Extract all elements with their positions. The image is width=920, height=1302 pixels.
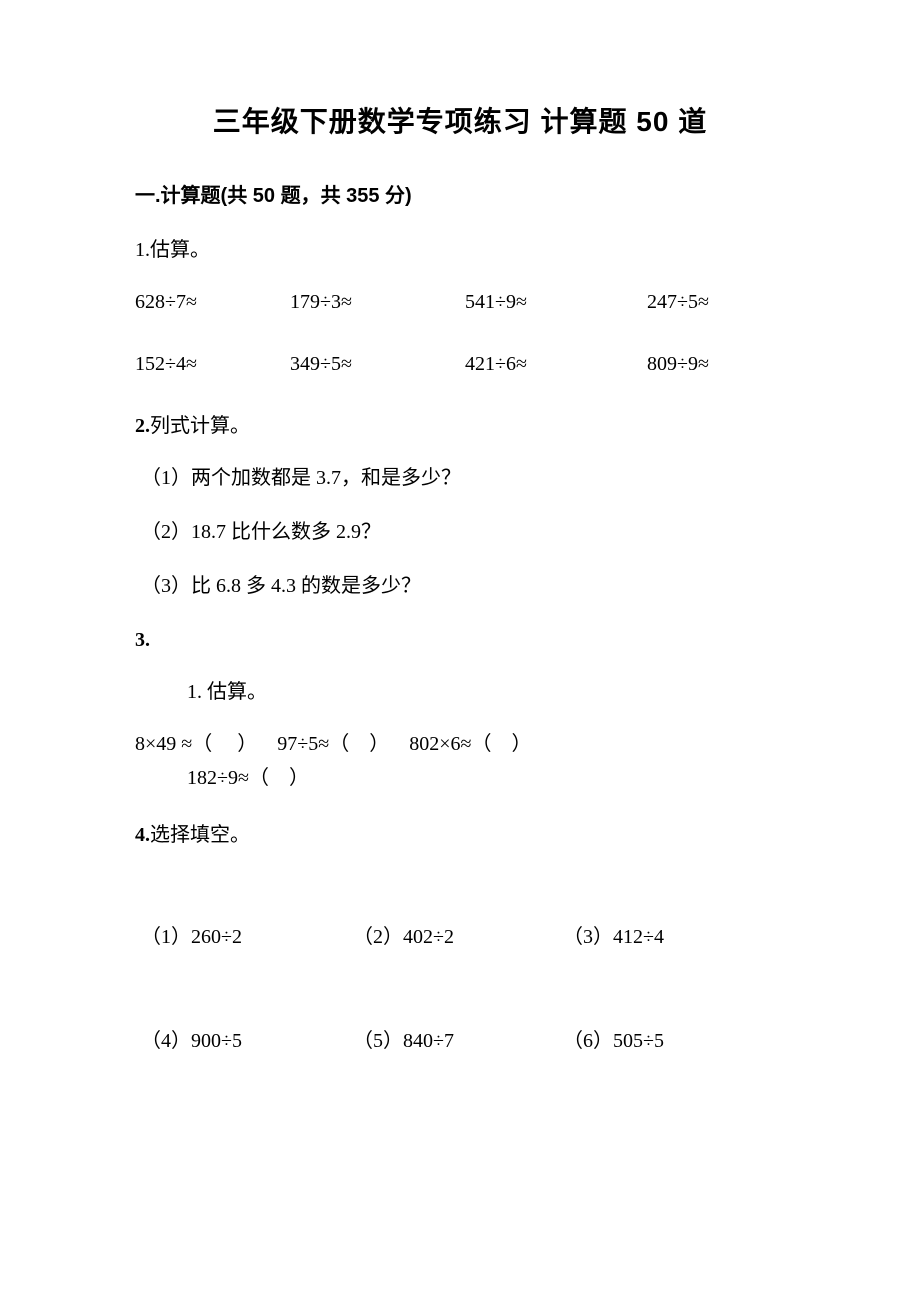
p1-item: 809÷9≈ <box>647 348 785 380</box>
p4-row-2: （4）900÷5 （5）840÷7 （6）505÷5 <box>141 1025 785 1057</box>
page-title: 三年级下册数学专项练习 计算题 50 道 <box>135 100 785 145</box>
p3-sub-label: 估算。 <box>202 681 267 703</box>
p2-sub-1: （1）两个加数都是 3.7，和是多少？ <box>141 462 785 494</box>
p4-cell: （2）402÷2 <box>353 921 563 953</box>
p4-cell: （6）505÷5 <box>563 1025 785 1057</box>
problem-1-label: 估算。 <box>150 239 210 261</box>
problem-2-label: 列式计算。 <box>150 415 250 437</box>
p2-sub-2: （2）18.7 比什么数多 2.9？ <box>141 516 785 548</box>
p1-item: 349÷5≈ <box>290 348 465 380</box>
problem-1-number: 1. <box>135 239 150 261</box>
problem-1-header: 1.估算。 <box>135 234 785 266</box>
p1-item: 247÷5≈ <box>647 286 785 318</box>
p4-cell: （3）412÷4 <box>563 921 785 953</box>
p1-item: 152÷4≈ <box>135 348 290 380</box>
problem-2-number: 2. <box>135 415 150 437</box>
p4-cell: （5）840÷7 <box>353 1025 563 1057</box>
p1-item: 628÷7≈ <box>135 286 290 318</box>
p4-row-1: （1）260÷2 （2）402÷2 （3）412÷4 <box>141 921 785 953</box>
p3-line2: 182÷9≈（ ） <box>187 762 785 794</box>
p4-cell: （1）260÷2 <box>141 921 353 953</box>
problem-2-header: 2.列式计算。 <box>135 410 785 442</box>
p2-sub-3: （3）比 6.8 多 4.3 的数是多少？ <box>141 570 785 602</box>
problem-3-number: 3. <box>135 629 150 651</box>
problem-1-grid: 628÷7≈ 179÷3≈ 541÷9≈ 247÷5≈ 152÷4≈ 349÷5… <box>135 286 785 380</box>
section-header: 一.计算题(共 50 题，共 355 分) <box>135 180 785 212</box>
p3-sub-number: 1. <box>187 681 202 703</box>
problem-4-header: 4.选择填空。 <box>135 819 785 851</box>
p3-sub-header: 1. 估算。 <box>187 676 785 708</box>
p1-item: 541÷9≈ <box>465 286 647 318</box>
problem-3-header: 3. <box>135 624 785 656</box>
p4-cell: （4）900÷5 <box>141 1025 353 1057</box>
p1-item: 421÷6≈ <box>465 348 647 380</box>
p3-line1: 8×49 ≈（ ） 97÷5≈（ ） 802×6≈（ ） <box>135 728 785 760</box>
problem-4-number: 4. <box>135 824 150 846</box>
problem-4-label: 选择填空。 <box>150 824 250 846</box>
p1-item: 179÷3≈ <box>290 286 465 318</box>
